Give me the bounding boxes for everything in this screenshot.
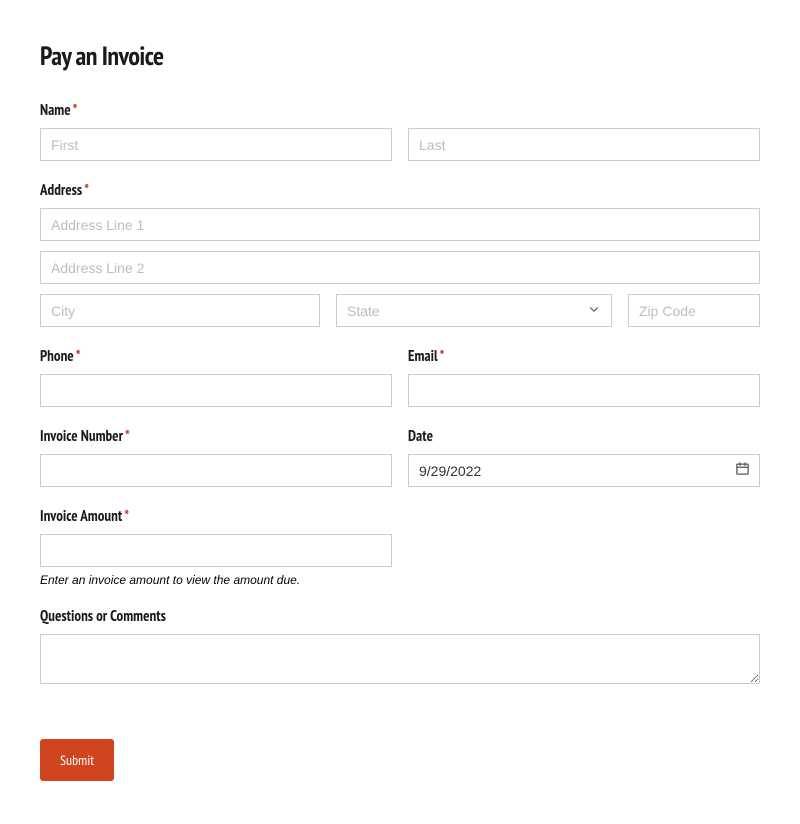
required-marker: * [73, 101, 78, 120]
required-marker: * [84, 181, 89, 200]
date-input[interactable] [408, 454, 760, 487]
invoice-number-label: Invoice Number* [40, 427, 392, 446]
required-marker: * [440, 347, 445, 366]
city-input[interactable] [40, 294, 320, 327]
date-label: Date [408, 427, 760, 446]
page-title: Pay an Invoice [40, 40, 760, 73]
state-placeholder: State [347, 303, 380, 319]
required-marker: * [76, 347, 81, 366]
name-label: Name* [40, 101, 760, 120]
comments-label: Questions or Comments [40, 607, 760, 626]
zip-input[interactable] [628, 294, 760, 327]
last-name-input[interactable] [408, 128, 760, 161]
email-input[interactable] [408, 374, 760, 407]
email-label: Email* [408, 347, 760, 366]
invoice-amount-input[interactable] [40, 534, 392, 567]
required-marker: * [124, 507, 129, 526]
invoice-amount-label: Invoice Amount* [40, 507, 392, 526]
invoice-number-input[interactable] [40, 454, 392, 487]
address-label: Address* [40, 181, 760, 200]
comments-textarea[interactable] [40, 634, 760, 684]
submit-button[interactable]: Submit [40, 739, 114, 781]
phone-label: Phone* [40, 347, 392, 366]
required-marker: * [125, 427, 130, 446]
state-select[interactable]: State [336, 294, 612, 327]
invoice-amount-hint: Enter an invoice amount to view the amou… [40, 573, 392, 587]
first-name-input[interactable] [40, 128, 392, 161]
address-line2-input[interactable] [40, 251, 760, 284]
phone-input[interactable] [40, 374, 392, 407]
chevron-down-icon [587, 302, 601, 319]
address-line1-input[interactable] [40, 208, 760, 241]
